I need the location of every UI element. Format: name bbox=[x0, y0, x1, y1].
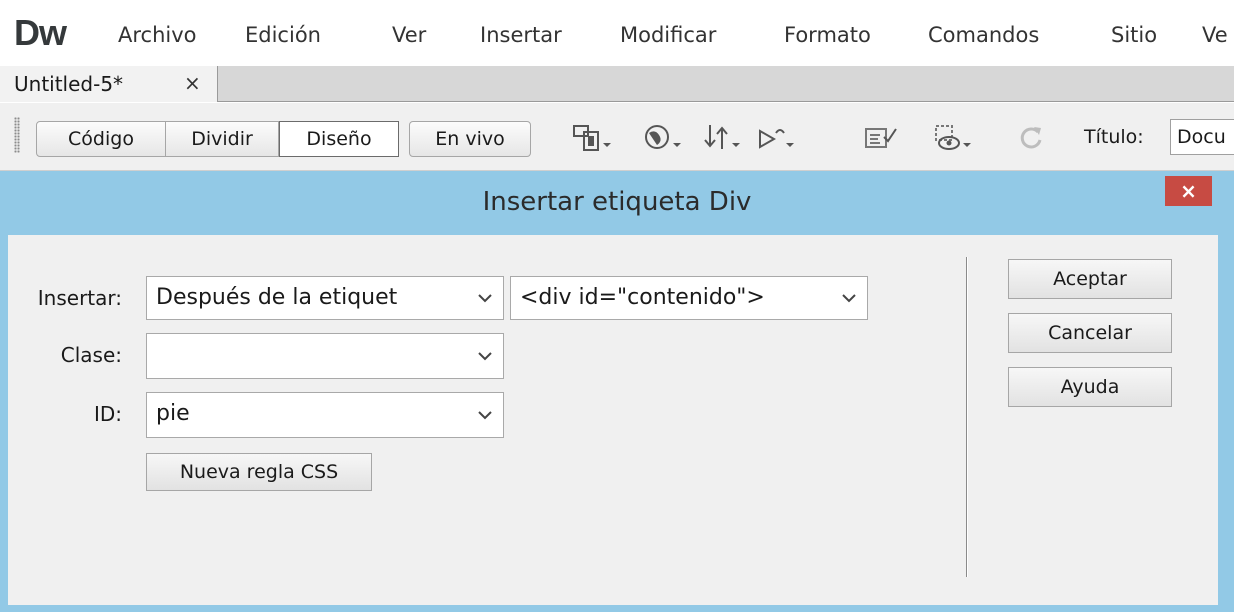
insert-target-value: <div id="contenido"> bbox=[520, 285, 765, 310]
validate-markup-icon[interactable] bbox=[862, 121, 904, 155]
document-tab-label: Untitled-5* bbox=[14, 72, 124, 96]
menu-insertar[interactable]: Insertar bbox=[480, 22, 562, 48]
split-view-button[interactable]: Dividir bbox=[165, 121, 279, 157]
help-button[interactable]: Ayuda bbox=[1008, 367, 1172, 407]
ok-button[interactable]: Aceptar bbox=[1008, 259, 1172, 299]
cancel-button[interactable]: Cancelar bbox=[1008, 313, 1172, 353]
chevron-down-icon bbox=[478, 352, 492, 361]
chevron-down-icon bbox=[842, 294, 856, 303]
document-tab[interactable]: Untitled-5* × bbox=[0, 66, 218, 102]
menu-ver[interactable]: Ver bbox=[392, 22, 426, 48]
dialog-close-button[interactable]: × bbox=[1165, 176, 1212, 206]
live-view-button[interactable]: En vivo bbox=[409, 121, 531, 157]
dialog-body: Insertar: Después de la etiquet <div id=… bbox=[8, 235, 1218, 605]
insert-target-select[interactable]: <div id="contenido"> bbox=[510, 276, 868, 320]
document-tab-strip: Untitled-5* × bbox=[0, 66, 1234, 102]
document-tab-close-icon[interactable]: × bbox=[184, 71, 201, 95]
file-transfer-icon[interactable] bbox=[702, 121, 744, 155]
visual-aids-icon[interactable] bbox=[933, 121, 975, 155]
menu-sitio[interactable]: Sitio bbox=[1111, 22, 1157, 48]
class-select[interactable] bbox=[146, 333, 504, 379]
design-view-button[interactable]: Diseño bbox=[279, 121, 399, 157]
insert-label: Insertar: bbox=[37, 286, 122, 310]
code-view-button[interactable]: Código bbox=[36, 121, 166, 157]
document-title-input[interactable] bbox=[1170, 119, 1234, 155]
document-title-label: Título: bbox=[1084, 126, 1144, 148]
menu-ventana[interactable]: Ve bbox=[1202, 22, 1228, 48]
menu-bar: Dw Archivo Edición Ver Insertar Modifica… bbox=[0, 0, 1234, 66]
chevron-down-icon bbox=[478, 411, 492, 420]
id-value: pie bbox=[156, 401, 190, 426]
refresh-icon[interactable] bbox=[1010, 121, 1052, 155]
dialog-title: Insertar etiqueta Div bbox=[482, 187, 752, 217]
menu-comandos[interactable]: Comandos bbox=[928, 22, 1039, 48]
menu-formato[interactable]: Formato bbox=[784, 22, 871, 48]
insert-position-select[interactable]: Después de la etiquet bbox=[146, 276, 504, 320]
chevron-down-icon bbox=[478, 294, 492, 303]
dialog-title-bar[interactable]: Insertar etiqueta Div × bbox=[0, 171, 1234, 233]
menu-edicion[interactable]: Edición bbox=[245, 22, 321, 48]
toolbar-grip-handle[interactable] bbox=[14, 117, 20, 153]
menu-archivo[interactable]: Archivo bbox=[118, 22, 197, 48]
document-toolbar: Código Dividir Diseño En vivo Título: Do… bbox=[0, 103, 1234, 171]
debug-browser-icon[interactable] bbox=[756, 121, 798, 155]
insert-div-tag-dialog: Insertar etiqueta Div × Insertar: Despué… bbox=[0, 171, 1234, 612]
insert-position-value: Después de la etiquet bbox=[156, 285, 398, 310]
id-select[interactable]: pie bbox=[146, 392, 504, 438]
close-icon: × bbox=[1180, 179, 1197, 203]
new-css-rule-button[interactable]: Nueva regla CSS bbox=[146, 453, 372, 491]
class-label: Clase: bbox=[60, 343, 122, 367]
menu-modificar[interactable]: Modificar bbox=[620, 22, 716, 48]
id-label: ID: bbox=[93, 402, 122, 426]
preview-browser-icon[interactable] bbox=[643, 121, 685, 155]
dreamweaver-logo: Dw bbox=[14, 12, 67, 53]
multiscreen-icon[interactable] bbox=[572, 121, 614, 155]
dialog-divider bbox=[966, 257, 967, 577]
